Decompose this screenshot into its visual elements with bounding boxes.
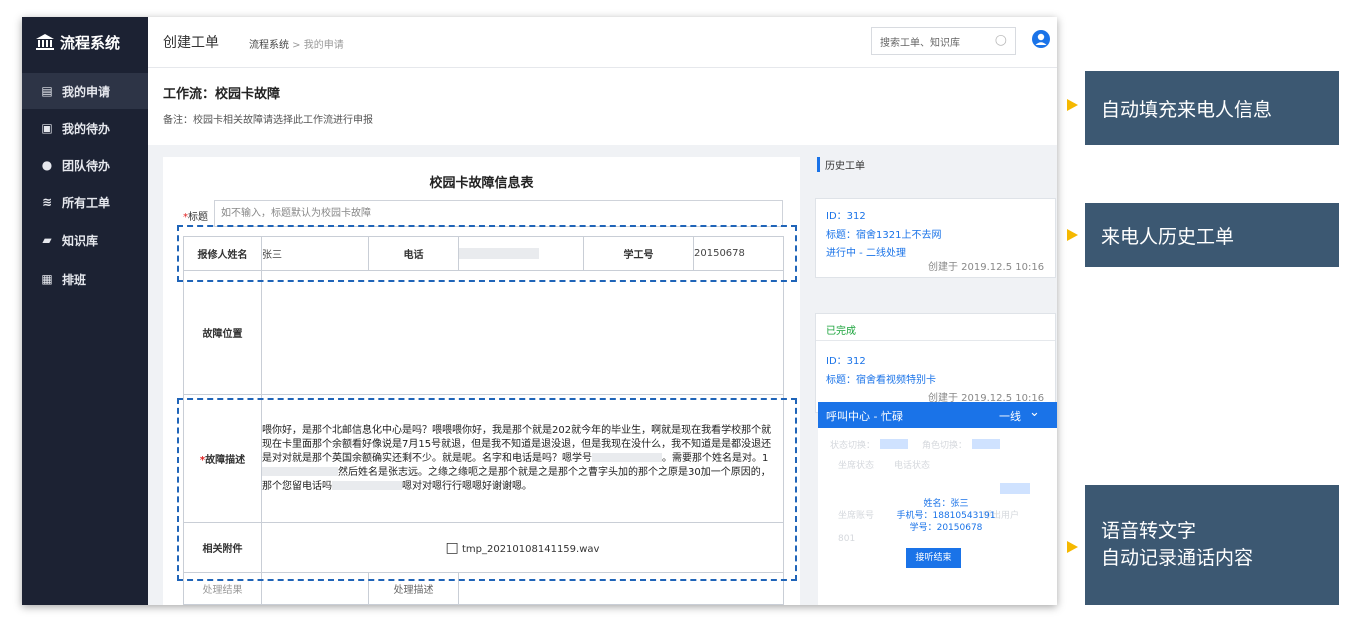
line-selector[interactable]: 一线 — [999, 408, 1021, 424]
sidebar-item-label: 团队待办 — [62, 158, 111, 173]
sidebar-item-schedule[interactable]: ▦ 排班 — [22, 261, 148, 297]
top-bar: 创建工单 流程系统 > 我的申请 搜索工单、知识库 ○ — [148, 17, 1057, 68]
chevron-down-icon[interactable]: ⌄ — [1029, 405, 1040, 420]
call-center-panel: 呼叫中心 - 忙碌 一线 ⌄ 状态切换： 角色切换： 坐席状态 电话状态 坐席账… — [818, 402, 1057, 605]
app-window: 流程系统 ▤ 我的申请 ▣ 我的待办 ● 团队待办 ≋ 所有工单 ▰ 知识库 ▦… — [22, 17, 1057, 605]
call-center-title: 呼叫中心 - 忙碌 — [826, 410, 903, 423]
sidebar: 流程系统 ▤ 我的申请 ▣ 我的待办 ● 团队待办 ≋ 所有工单 ▰ 知识库 ▦… — [22, 17, 148, 605]
search-placeholder: 搜索工单、知识库 — [880, 37, 960, 49]
caller-student-id: 学号：20150678 — [909, 523, 983, 533]
history-header: 历史工单 — [817, 157, 865, 172]
callout-arrow-icon — [1067, 229, 1078, 241]
search-icon[interactable]: ○ — [995, 32, 1007, 48]
callout-history: 来电人历史工单 — [1085, 203, 1339, 267]
agent-status-tab[interactable]: 坐席状态 — [838, 458, 874, 471]
callout-text: 自动填充来电人信息 — [1101, 98, 1273, 121]
agent-account-value: 801 — [838, 534, 856, 544]
highlight-caller-info — [177, 225, 797, 282]
breadcrumb-separator: > — [289, 40, 304, 51]
location-label: 故障位置 — [183, 270, 262, 395]
ticket-id: ID：312 — [826, 211, 866, 222]
layers-icon: ≋ — [41, 195, 53, 209]
breadcrumb-current: 我的申请 — [303, 40, 344, 51]
search-input[interactable]: 搜索工单、知识库 ○ — [871, 27, 1016, 55]
title-input[interactable]: 如不输入，标题默认为校园卡故障 — [214, 200, 783, 227]
callout-speech-to-text: 语音转文字 自动记录通话内容 — [1085, 485, 1339, 605]
callout-text: 来电人历史工单 — [1101, 225, 1235, 248]
location-field[interactable] — [261, 270, 784, 395]
team-icon: ● — [41, 158, 53, 172]
callout-text: 语音转文字 — [1101, 520, 1197, 542]
sidebar-item-all-tickets[interactable]: ≋ 所有工单 — [22, 184, 148, 220]
sidebar-item-label: 我的申请 — [62, 84, 111, 99]
page-title: 创建工单 — [163, 35, 219, 51]
workflow-title: 工作流：校园卡故障 — [163, 87, 281, 102]
title-label: *标题 — [183, 208, 208, 223]
ticket-id: ID：312 — [826, 356, 866, 367]
form-title: 校园卡故障信息表 — [429, 176, 534, 191]
ticket-title: 标题：宿舍1321上不去网 — [826, 230, 942, 241]
caller-phone: 手机号：18810543191 — [896, 511, 996, 521]
hangup-button[interactable]: 接听结束 — [906, 548, 961, 568]
caller-name: 姓名：张三 — [923, 499, 969, 509]
workflow-header: 工作流：校园卡故障 备注：校园卡相关故障请选择此工作流进行申报 — [148, 68, 1057, 145]
role-toggle[interactable] — [972, 439, 1000, 449]
sidebar-item-label: 排班 — [62, 272, 87, 287]
breadcrumb: 流程系统 > 我的申请 — [249, 36, 344, 51]
app-name: 流程系统 — [60, 33, 121, 52]
agent-account-label: 坐席账号 — [838, 511, 875, 521]
bank-icon — [36, 34, 54, 50]
highlight-transcript — [177, 398, 797, 581]
todo-icon: ▣ — [41, 121, 53, 135]
book-icon: ▰ — [42, 233, 52, 247]
call-center-header[interactable]: 呼叫中心 - 忙碌 一线 ⌄ — [818, 402, 1057, 428]
clipboard-icon: ▤ — [41, 84, 53, 98]
app-logo[interactable]: 流程系统 — [36, 31, 146, 53]
ticket-status: 已完成 — [826, 326, 856, 337]
ticket-title: 标题：宿舍看视频特别卡 — [826, 375, 936, 386]
sidebar-item-label: 知识库 — [62, 233, 99, 248]
ticket-status: 进行中 - 二线处理 — [826, 248, 906, 259]
status-chip — [1000, 483, 1030, 494]
sidebar-item-my-requests[interactable]: ▤ 我的申请 — [22, 73, 148, 109]
status-switch-label: 状态切换： — [830, 441, 876, 451]
history-ticket[interactable]: 已完成 ID：312 标题：宿舍看视频特别卡 创建于 2019.12.5 10:… — [815, 313, 1056, 413]
calendar-icon: ▦ — [41, 272, 53, 286]
sidebar-item-label: 我的待办 — [62, 121, 111, 136]
role-switch-label: 角色切换： — [922, 441, 968, 451]
callout-autofill: 自动填充来电人信息 — [1085, 71, 1339, 145]
sidebar-item-team-todo[interactable]: ● 团队待办 — [22, 147, 148, 183]
callout-arrow-icon — [1067, 99, 1078, 111]
ticket-created: 创建于 2019.12.5 10:16 — [928, 262, 1045, 273]
status-toggle[interactable] — [880, 439, 908, 449]
caller-info: 姓名：张三 手机号：18810543191 学号：20150678 — [876, 498, 1016, 534]
workflow-note: 备注：校园卡相关故障请选择此工作流进行申报 — [163, 115, 373, 126]
phone-status-tab[interactable]: 电话状态 — [894, 458, 930, 471]
card-divider — [816, 340, 1055, 341]
sidebar-item-label: 所有工单 — [62, 195, 111, 210]
breadcrumb-root[interactable]: 流程系统 — [249, 40, 289, 51]
sidebar-item-knowledge[interactable]: ▰ 知识库 — [22, 222, 148, 258]
history-ticket[interactable]: ID：312 标题：宿舍1321上不去网 进行中 - 二线处理 创建于 2019… — [815, 198, 1056, 278]
sidebar-item-my-todo[interactable]: ▣ 我的待办 — [22, 110, 148, 146]
callout-text: 自动记录通话内容 — [1101, 547, 1254, 569]
callout-arrow-icon — [1067, 541, 1078, 553]
user-avatar-icon[interactable] — [1031, 29, 1051, 49]
title-label-text: 标题 — [188, 212, 208, 223]
